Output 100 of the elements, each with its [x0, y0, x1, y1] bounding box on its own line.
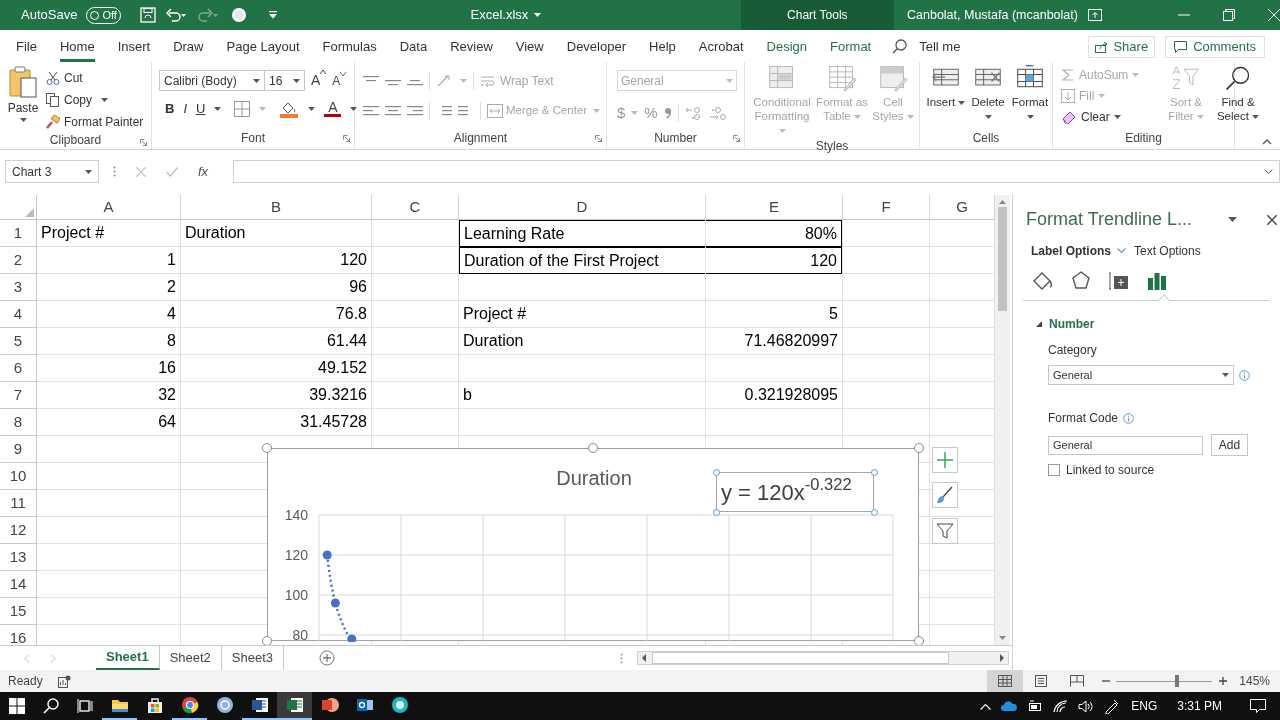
formula-input[interactable] [233, 160, 1280, 183]
format-code-field[interactable]: General [1048, 435, 1203, 455]
row-header[interactable]: 11 [0, 490, 37, 517]
zoom-level[interactable]: 145% [1239, 672, 1270, 690]
cell[interactable]: 49.152 [181, 355, 372, 382]
cell[interactable]: 120 [181, 247, 372, 274]
file-name[interactable]: Excel.xlsx [470, 5, 529, 25]
cell[interactable]: Duration [459, 328, 706, 355]
caret-icon[interactable] [85, 169, 92, 174]
caret-icon[interactable] [1252, 114, 1260, 119]
trendline-label[interactable]: y = 120x$^{-0.322}$ [716, 472, 874, 512]
linked-checkbox[interactable] [1048, 464, 1060, 476]
chart-styles-button[interactable] [932, 482, 958, 508]
cell[interactable]: Duration of the First Project [459, 247, 706, 274]
bar-chart-icon[interactable] [1146, 270, 1168, 292]
cell[interactable]: 1 [37, 247, 181, 274]
menu-tab[interactable]: Help [649, 34, 676, 62]
ribbon-button[interactable]: Delete [968, 62, 1008, 127]
paste-button[interactable]: Paste [0, 66, 46, 131]
resize-handle[interactable] [262, 443, 272, 453]
collapse-ribbon-icon[interactable] [1262, 139, 1272, 145]
tell-me-field[interactable]: Tell me [919, 36, 961, 57]
menu-tab[interactable]: Format [830, 34, 872, 62]
cell[interactable]: Project # [459, 301, 706, 328]
search-icon[interactable] [892, 39, 908, 54]
ribbon-button[interactable]: Insert [926, 62, 966, 127]
grip-icon[interactable] [113, 166, 116, 177]
cell[interactable]: 4 [37, 301, 181, 328]
row-header[interactable]: 8 [0, 409, 37, 436]
pen-icon[interactable] [1104, 698, 1120, 714]
resize-handle[interactable] [914, 443, 924, 453]
resize-handle[interactable] [870, 508, 878, 516]
cell[interactable]: 8 [37, 328, 181, 355]
cell[interactable]: 71.46820997 [706, 328, 843, 355]
chart-elements-button[interactable] [932, 447, 958, 473]
row-header[interactable]: 10 [0, 463, 37, 490]
comments-button[interactable]: Comments [1165, 36, 1265, 58]
browser-icon[interactable] [179, 695, 200, 715]
dialog-launcher-icon[interactable] [595, 135, 602, 142]
italic-button[interactable]: I [183, 99, 187, 119]
macro-record-icon[interactable] [57, 674, 71, 688]
sheet-tab[interactable]: Sheet1 [96, 646, 160, 670]
zoom-out-icon[interactable] [1102, 677, 1111, 685]
font-name-field[interactable]: Calibri (Body) [159, 70, 265, 91]
cell[interactable]: 76.8 [181, 301, 372, 328]
cell[interactable]: 32 [37, 382, 181, 409]
chart[interactable]: 140 120 100 80 Duration y = 120x$^{-0.322}$ [267, 448, 919, 641]
menu-tab[interactable]: Developer [566, 34, 626, 62]
share-button[interactable]: Share [1088, 36, 1156, 58]
cell[interactable]: 61.44 [181, 328, 372, 355]
chevron-up-icon[interactable] [980, 702, 992, 710]
menu-tab[interactable]: View [515, 34, 544, 62]
undo-icon[interactable] [164, 7, 187, 23]
ribbon-button[interactable]: Clear [1061, 108, 1157, 126]
dialog-launcher-icon[interactable] [343, 135, 350, 142]
scroll-up-icon[interactable] [999, 199, 1006, 204]
app-circle-icon[interactable] [214, 695, 235, 715]
cut-button[interactable]: Cut [46, 68, 144, 87]
cloud-icon[interactable] [1001, 701, 1018, 711]
bold-button[interactable]: B [165, 99, 175, 119]
dialog-launcher-icon[interactable] [140, 139, 147, 146]
cell[interactable]: 39.3216 [181, 382, 372, 409]
category-dropdown[interactable]: General [1048, 365, 1234, 385]
caret-icon[interactable] [214, 106, 222, 111]
column-header[interactable]: C [372, 195, 459, 219]
wifi-icon[interactable] [1053, 699, 1069, 713]
caret-icon[interactable] [253, 78, 260, 83]
underline-button[interactable]: U [196, 99, 206, 119]
menu-tab[interactable]: Data [399, 34, 428, 62]
column-header[interactable]: A [37, 195, 181, 219]
align-center-icon[interactable] [385, 104, 401, 118]
menu-tab[interactable]: Review [450, 34, 493, 62]
scrollbar-thumb[interactable] [998, 207, 1007, 311]
expand-icon[interactable] [1264, 169, 1273, 174]
cell[interactable]: 0.321928095 [706, 382, 843, 409]
font-size-field[interactable]: 16 [265, 70, 305, 91]
pane-tab[interactable]: Text Options [1134, 242, 1201, 260]
ribbon-button[interactable]: Format [1010, 62, 1050, 127]
menu-tab[interactable]: Acrobat [698, 34, 744, 62]
circle-icon[interactable] [230, 7, 247, 23]
cell[interactable]: b [459, 382, 706, 409]
grow-font-button[interactable]: A [311, 70, 327, 91]
shrink-font-button[interactable]: A [332, 71, 347, 90]
menu-tab[interactable]: File [16, 34, 37, 62]
pane-tab[interactable]: Label Options [1031, 242, 1126, 260]
scrollbar-thumb[interactable] [652, 652, 950, 664]
zoom-thumb[interactable] [1174, 675, 1179, 687]
cell[interactable]: 120 [705, 247, 842, 274]
caret-icon[interactable] [350, 106, 358, 111]
copy-button[interactable]: Copy [46, 90, 144, 109]
save-icon[interactable] [139, 7, 156, 23]
presentation-app-icon[interactable] [319, 695, 340, 715]
app-circle-icon[interactable] [389, 695, 410, 715]
resize-handle[interactable] [712, 508, 720, 516]
resize-handle[interactable] [712, 468, 720, 476]
cell[interactable]: 96 [181, 274, 372, 301]
user-name[interactable]: Canbolat, Mustafa (mcanbolat) [907, 5, 1077, 25]
caret-icon[interactable] [1113, 115, 1121, 119]
row-header[interactable]: 14 [0, 571, 37, 598]
row-header[interactable]: 15 [0, 598, 37, 625]
